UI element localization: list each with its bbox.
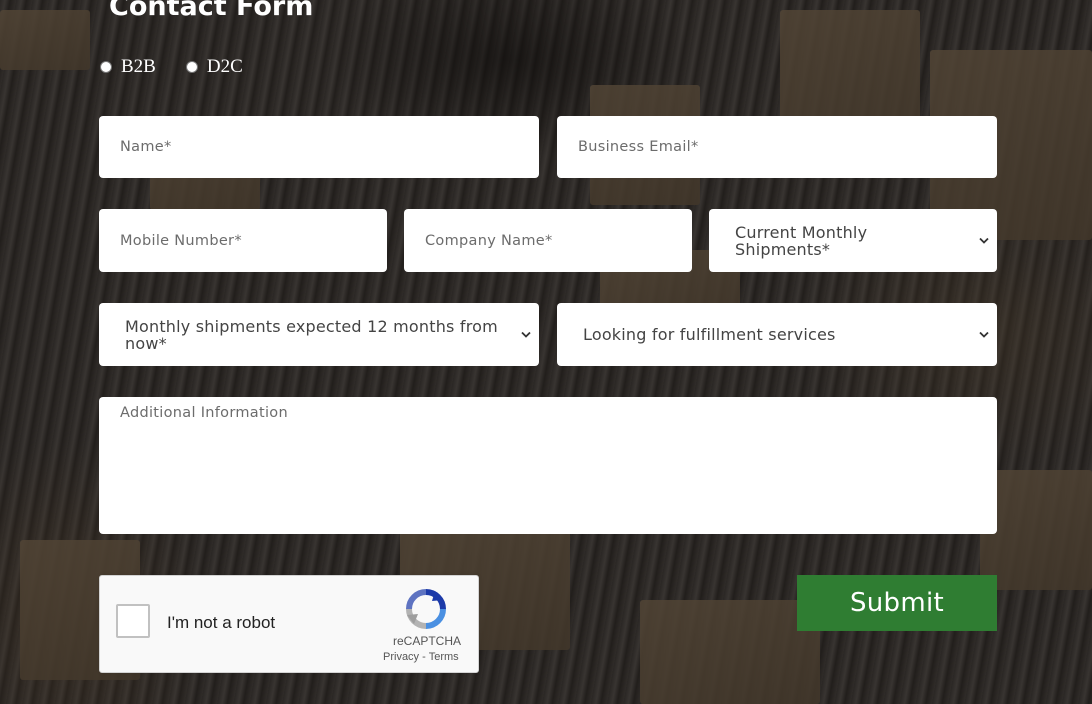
mobile-number-input[interactable]: Mobile Number* [99,209,387,272]
business-type-radio-group: B2B D2C [100,56,273,78]
expected-shipments-select[interactable]: Monthly shipments expected 12 months fro… [99,303,539,366]
additional-information-placeholder: Additional Information [120,405,288,421]
expected-shipments-value: Monthly shipments expected 12 months fro… [125,316,498,353]
business-email-placeholder: Business Email* [578,139,699,155]
name-input[interactable]: Name* [99,116,539,178]
current-monthly-shipments-value: Current Monthly Shipments* [735,222,868,259]
additional-information-textarea[interactable]: Additional Information [99,397,997,534]
chevron-down-icon [979,237,989,244]
radio-d2c-button[interactable] [185,61,198,73]
recaptcha-label: I'm not a robot [167,613,276,632]
radio-d2c[interactable]: D2C [185,56,243,78]
fulfillment-services-select[interactable]: Looking for fulfillment services [557,303,997,366]
current-monthly-shipments-select[interactable]: Current Monthly Shipments* [709,209,997,272]
company-name-placeholder: Company Name* [425,232,553,249]
recaptcha-brand: reCAPTCHA [393,634,462,648]
radio-b2b-button[interactable] [100,61,112,73]
recaptcha-logo-icon [406,589,446,629]
submit-button[interactable]: Submit [797,575,997,631]
recaptcha-link-separator: - [422,651,426,663]
fulfillment-services-value: Looking for fulfillment services [583,325,836,344]
recaptcha-terms-link[interactable]: Terms [429,651,459,663]
recaptcha-widget: I'm not a robot reCAPTCHA Privacy - Terms [99,575,479,673]
business-email-input[interactable]: Business Email* [557,116,997,178]
radio-b2b[interactable]: B2B [100,56,156,78]
company-name-input[interactable]: Company Name* [404,209,692,272]
recaptcha-privacy-link[interactable]: Privacy [383,651,419,663]
chevron-down-icon [979,331,989,338]
recaptcha-checkbox[interactable] [116,604,150,638]
chevron-down-icon [521,331,531,338]
name-placeholder: Name* [120,139,172,155]
recaptcha-links: Privacy - Terms [383,651,459,663]
radio-d2c-label: D2C [206,56,243,77]
radio-b2b-label: B2B [121,56,156,77]
mobile-number-placeholder: Mobile Number* [120,232,242,249]
form-title: Contact Form [109,0,314,22]
